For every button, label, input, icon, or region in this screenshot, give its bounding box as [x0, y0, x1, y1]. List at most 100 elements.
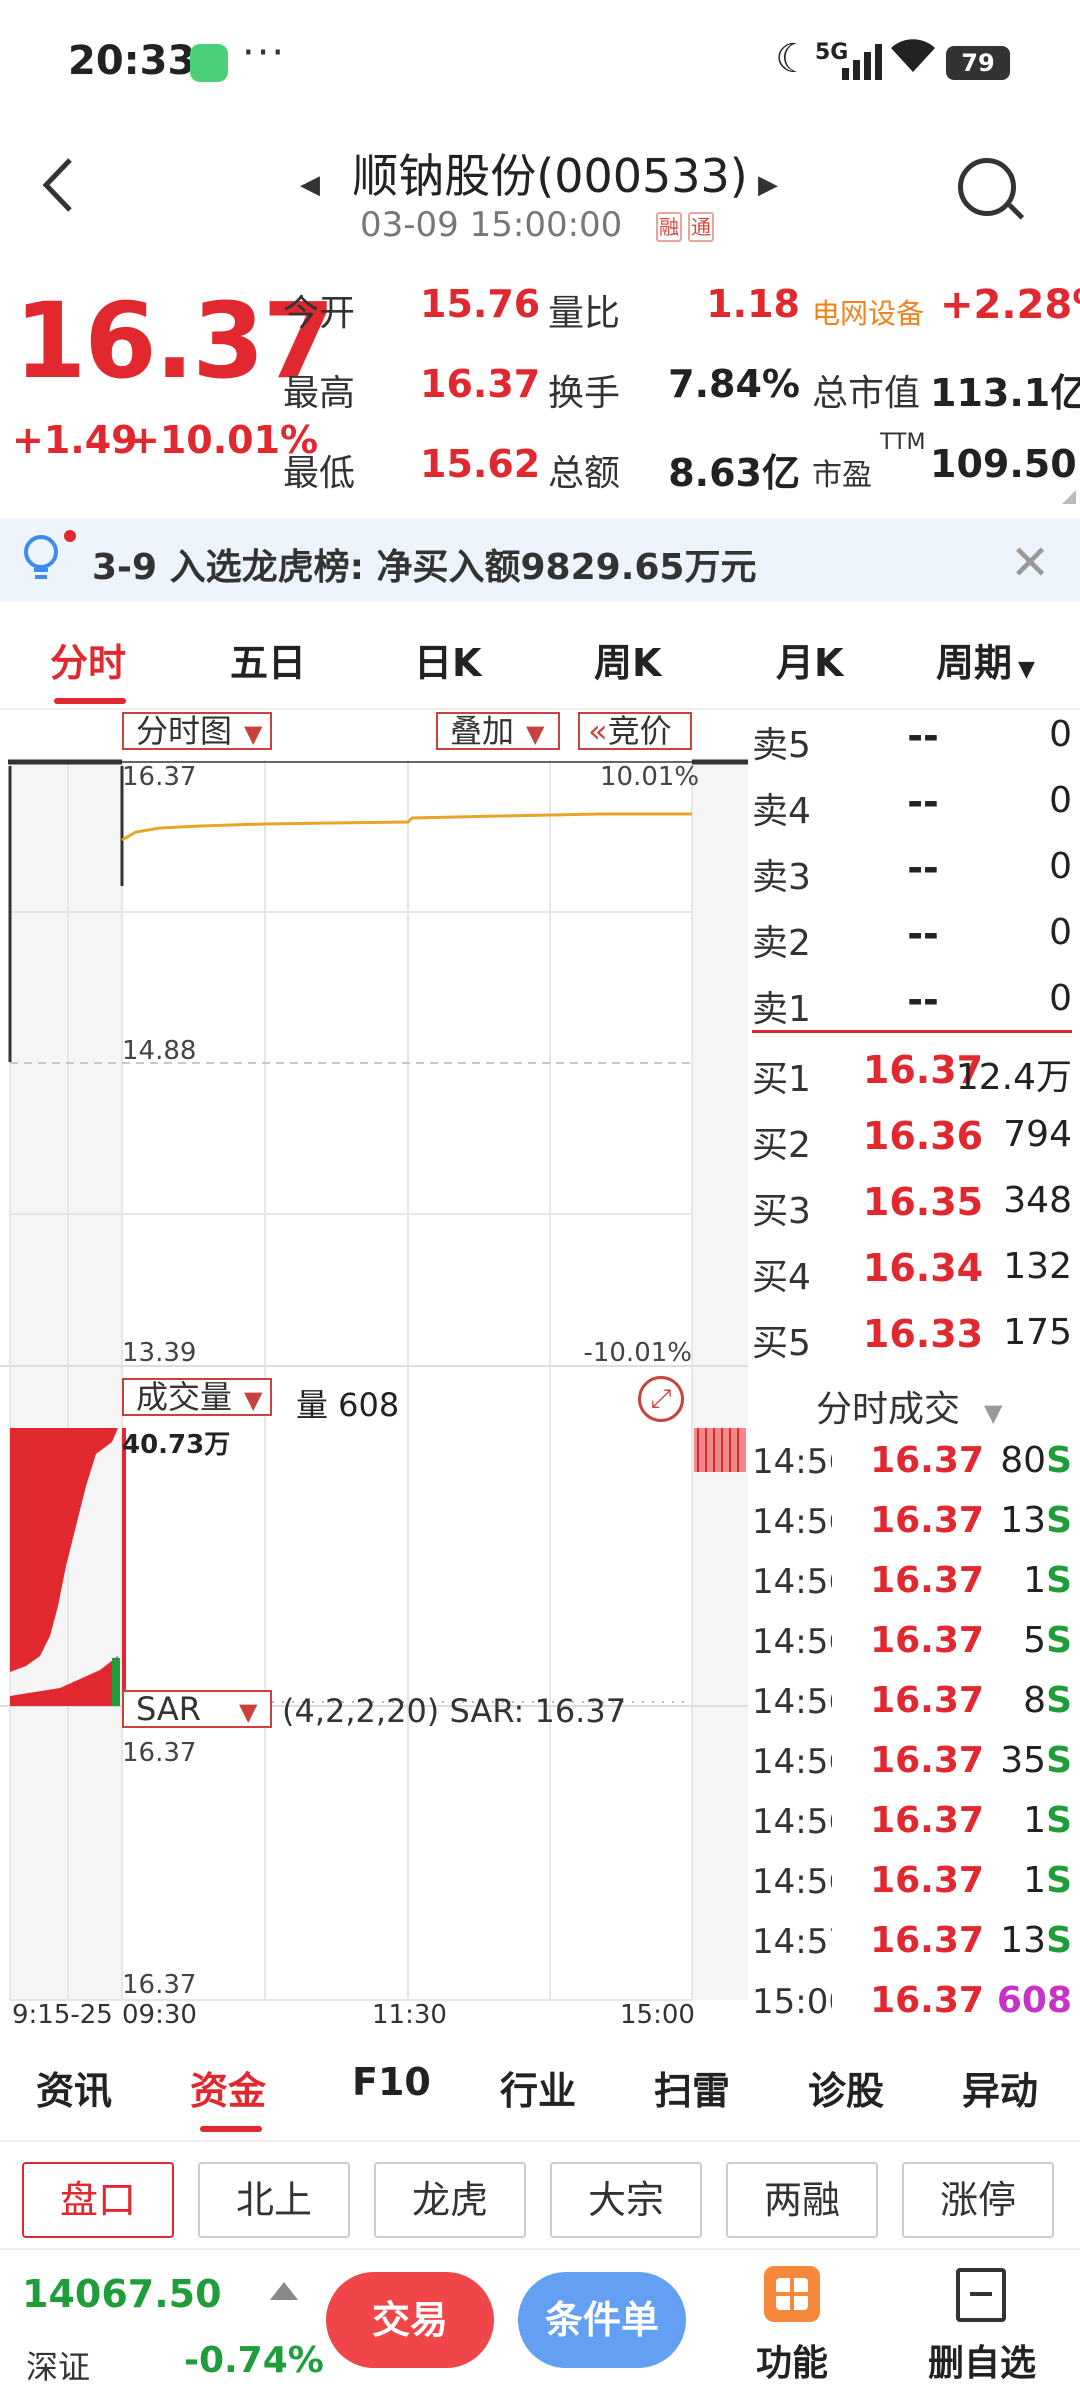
trade-row: 14:56 16.37 13S: [752, 1494, 1072, 1554]
trade-price: 16.37: [870, 1860, 984, 1901]
quote-datetime: 03-09 15:00:00: [360, 205, 623, 245]
ask-row[interactable]: 卖4 -- 0: [752, 772, 1072, 838]
subtab-northbound[interactable]: 北上: [198, 2162, 350, 2238]
time-label-noon: 11:30: [372, 2000, 447, 2030]
remove-watchlist-icon[interactable]: [956, 2268, 1006, 2322]
ask-row[interactable]: 卖5 -- 0: [752, 706, 1072, 772]
expand-icon[interactable]: ⤢: [638, 1376, 684, 1422]
overlay-label: 叠加: [450, 712, 515, 750]
pct-axis-top: 10.01%: [600, 762, 700, 792]
bottom-tab-anomaly[interactable]: 异动: [962, 2060, 1038, 2115]
subtab-order-book[interactable]: 盘口: [22, 2162, 174, 2238]
vol-ratio-value: 1.18: [706, 282, 800, 326]
bid-row[interactable]: 买5 16.33 175: [752, 1304, 1072, 1370]
prev-stock-icon[interactable]: ◀: [300, 170, 320, 200]
trade-row: 14:56 16.37 1S: [752, 1794, 1072, 1854]
bid-row[interactable]: 买4 16.34 132: [752, 1238, 1072, 1304]
trade-volume: 8: [1023, 1680, 1047, 1721]
bottom-tab-diagnosis[interactable]: 诊股: [808, 2060, 884, 2115]
tab-daily-k[interactable]: 日K: [414, 632, 481, 687]
trade-time: 14:56: [752, 1682, 832, 1722]
trade-time: 14:57: [752, 1922, 832, 1962]
function-label[interactable]: 功能: [756, 2334, 828, 2386]
tab-period[interactable]: 周期 ▼: [936, 632, 1035, 687]
trade-button[interactable]: 交易: [326, 2272, 494, 2368]
tab-weekly-k[interactable]: 周K: [594, 632, 661, 687]
search-icon[interactable]: [958, 158, 1016, 216]
trade-volume: 608: [996, 1980, 1072, 2021]
bid-volume: 794: [1003, 1114, 1072, 1155]
trade-time: 14:56: [752, 1562, 832, 1602]
trades-title[interactable]: 分时成交 ▼: [816, 1380, 1002, 1432]
close-icon[interactable]: ✕: [1010, 535, 1050, 591]
subtab-margin[interactable]: 两融: [726, 2162, 878, 2238]
sar-axis-bottom: 16.37: [122, 1970, 197, 2000]
remove-watchlist-label[interactable]: 删自选: [928, 2334, 1036, 2386]
bottom-tab-industry[interactable]: 行业: [500, 2060, 576, 2115]
expand-corner-icon[interactable]: [1062, 490, 1076, 504]
bid-row[interactable]: 买2 16.36 794: [752, 1106, 1072, 1172]
open-volume-bar: [122, 1428, 126, 1706]
auction-button[interactable]: «竞价: [578, 712, 692, 750]
bid-label: 买5: [752, 1323, 811, 1364]
index-value[interactable]: 14067.50: [22, 2272, 222, 2316]
chart-type-dropdown[interactable]: 分时图 ▼: [122, 712, 272, 750]
sector-name[interactable]: 电网设备: [812, 292, 924, 332]
price-axis-bottom: 13.39: [122, 1338, 197, 1368]
trade-volume: 1: [1023, 1860, 1047, 1901]
trade-row: 14:56 16.37 5S: [752, 1614, 1072, 1674]
index-pct: -0.74%: [184, 2340, 324, 2381]
trade-time: 14:56: [752, 1802, 832, 1842]
bottom-tab-risk-scan[interactable]: 扫雷: [654, 2060, 730, 2115]
tab-intraday[interactable]: 分时: [50, 632, 126, 687]
tab-five-day[interactable]: 五日: [230, 632, 306, 687]
status-bar: 20:33 ··· ☾ 5G 79: [0, 0, 1080, 130]
subtab-block-trade[interactable]: 大宗: [550, 2162, 702, 2238]
bid-row[interactable]: 买3 16.35 348: [752, 1172, 1072, 1238]
back-button[interactable]: [38, 150, 88, 230]
subtab-limit-up[interactable]: 涨停: [902, 2162, 1054, 2238]
expand-up-icon[interactable]: [270, 2282, 298, 2300]
time-label-auction: 9:15-25: [12, 2000, 113, 2030]
subtab-dragon-tiger[interactable]: 龙虎: [374, 2162, 526, 2238]
bid-label: 买1: [752, 1059, 811, 1100]
overlay-dropdown[interactable]: 叠加 ▼: [436, 712, 560, 750]
caret-down-icon: ▼: [239, 1698, 258, 1726]
bottom-tab-f10[interactable]: F10: [352, 2060, 431, 2104]
caret-down-icon: ▼: [526, 720, 545, 748]
trade-volume: 80: [1000, 1440, 1047, 1481]
stock-title: 顺钠股份(000533): [352, 149, 748, 203]
ask-price: --: [907, 714, 939, 758]
time-label-open: 09:30: [122, 2000, 197, 2030]
volume-dropdown[interactable]: 成交量 ▼: [122, 1378, 272, 1416]
ask-row[interactable]: 卖1 -- 0: [752, 970, 1072, 1036]
chevron-left-icon: [42, 158, 72, 212]
bottom-tab-funds[interactable]: 资金: [190, 2060, 266, 2115]
trade-price: 16.37: [870, 1440, 984, 1481]
bottom-tab-news[interactable]: 资讯: [36, 2060, 112, 2115]
trade-price: 16.37: [870, 1680, 984, 1721]
ask-price: --: [907, 780, 939, 824]
grid-icon[interactable]: [764, 2266, 820, 2322]
ask-row[interactable]: 卖2 -- 0: [752, 904, 1072, 970]
bid-volume: 175: [1003, 1312, 1072, 1353]
high-label: 最高: [283, 373, 356, 414]
vol-ratio-label: 量比: [548, 293, 621, 334]
next-stock-icon[interactable]: ▶: [758, 170, 778, 200]
bid-row[interactable]: 买1 16.37 12.4万: [752, 1040, 1072, 1106]
tab-monthly-k[interactable]: 月K: [776, 632, 843, 687]
bid-price: 16.33: [862, 1312, 984, 1356]
trade-row: 14:56 16.37 80S: [752, 1434, 1072, 1494]
trade-volume: 1: [1023, 1560, 1047, 1601]
auction-area: [10, 760, 122, 2000]
connect-tag: 通: [688, 212, 714, 242]
indicator-dropdown[interactable]: SAR ▼: [122, 1690, 272, 1728]
trade-time: 14:56: [752, 1862, 832, 1902]
ask-row[interactable]: 卖3 -- 0: [752, 838, 1072, 904]
bid-label: 买3: [752, 1191, 811, 1232]
trade-price: 16.37: [870, 1560, 984, 1601]
trade-side: S: [1046, 1800, 1072, 1841]
conditional-order-button[interactable]: 条件单: [518, 2272, 686, 2368]
trade-row: 14:56 16.37 1S: [752, 1554, 1072, 1614]
trade-volume: 5: [1023, 1620, 1047, 1661]
